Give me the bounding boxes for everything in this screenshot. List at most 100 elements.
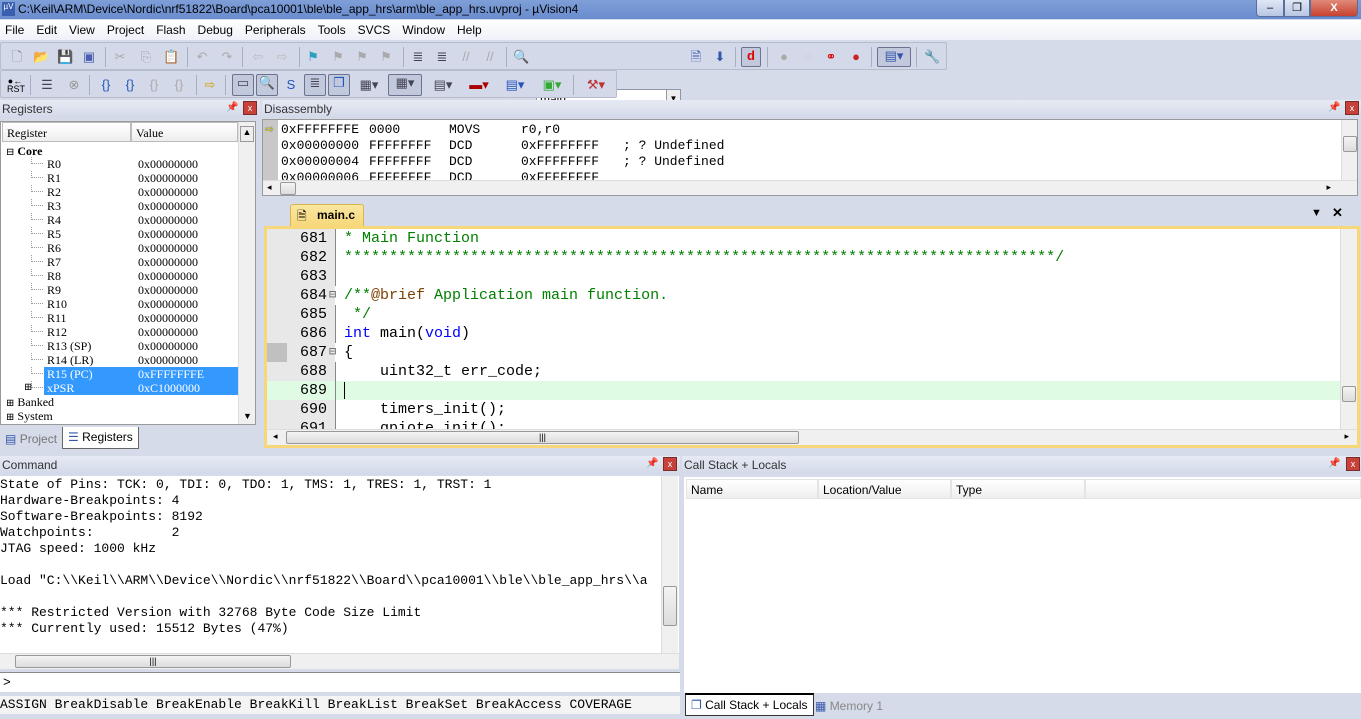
menu-flash[interactable]: Flash	[151, 20, 192, 37]
code-line[interactable]: 690 timers_init();	[267, 400, 1341, 419]
navigate-back-icon[interactable]: ⇦	[250, 49, 266, 65]
find-in-files-icon[interactable]: 🔍	[513, 49, 529, 65]
configure-icon[interactable]: 🔧	[924, 49, 940, 65]
register-row[interactable]: R8 0x00000000	[1, 269, 238, 283]
code-line[interactable]: 683	[267, 267, 1341, 286]
open-folder-icon[interactable]: 📂	[33, 49, 49, 65]
disassembly-row[interactable]: 0x00000004 FFFFFFFF DCD 0xFFFFFFFF ; ? Undef…	[263, 154, 1333, 170]
register-row[interactable]: R7 0x00000000	[1, 255, 238, 269]
disassembly-hscroll[interactable]: ◂ ▸	[263, 180, 1357, 195]
banked-group[interactable]: ⊞ Banked	[6, 395, 54, 410]
menu-edit[interactable]: Edit	[31, 20, 64, 37]
register-row[interactable]: R0 0x00000000	[1, 157, 238, 171]
close-tab-icon[interactable]: ✕	[1332, 205, 1343, 221]
bookmark-icon[interactable]: ⚑	[305, 49, 321, 65]
code-line[interactable]: 686 int main(void)	[267, 324, 1341, 343]
save-all-icon[interactable]: ▣	[81, 49, 97, 65]
code-line[interactable]: 682 *************************************…	[267, 248, 1341, 267]
call-stack-window-icon[interactable]: ❐	[328, 74, 350, 96]
code-line[interactable]: 689	[267, 381, 1341, 400]
comment-icon[interactable]: //	[458, 49, 474, 65]
command-input[interactable]: >	[0, 672, 680, 692]
pin-icon[interactable]: 📌	[226, 102, 238, 113]
save-icon[interactable]: 💾	[57, 49, 73, 65]
menu-help[interactable]: Help	[452, 20, 489, 37]
copy-icon[interactable]: ⎘	[138, 49, 154, 65]
close-icon[interactable]: x	[243, 101, 257, 115]
navigate-forward-icon[interactable]: ⇨	[274, 49, 290, 65]
register-row[interactable]: R4 0x00000000	[1, 213, 238, 227]
unindent-icon[interactable]: ≣	[434, 49, 450, 65]
enable-breakpoint-icon[interactable]: ○	[800, 49, 816, 65]
cut-icon[interactable]: ✂	[112, 49, 128, 65]
register-row[interactable]: ⊞ xPSR 0xC1000000	[1, 381, 238, 395]
fold-icon[interactable]: ⊟	[329, 286, 336, 305]
disassembly-row[interactable]: ⇨ 0xFFFFFFFE 0000 MOVS r0,r0	[263, 122, 1333, 138]
registers-window-icon[interactable]: ≣	[304, 74, 326, 96]
menu-peripherals[interactable]: Peripherals	[240, 20, 313, 37]
close-icon[interactable]: x	[1345, 101, 1359, 115]
register-row[interactable]: R6 0x00000000	[1, 241, 238, 255]
pin-icon[interactable]: 📌	[1328, 458, 1340, 469]
register-row[interactable]: R13 (SP) 0x00000000	[1, 339, 238, 353]
code-line[interactable]: 688 uint32_t err_code;	[267, 362, 1341, 381]
column-header-type[interactable]: Type	[951, 479, 1085, 499]
window-layout-icon[interactable]: ▤▾	[877, 47, 911, 67]
chevron-down-icon[interactable]: ▼	[1311, 207, 1322, 219]
code-line[interactable]: 685 */	[267, 305, 1341, 324]
tab-registers[interactable]: ☰ Registers	[62, 427, 139, 449]
register-row[interactable]: R11 0x00000000	[1, 311, 238, 325]
analysis-window-icon[interactable]: ▬▾	[465, 77, 493, 93]
expand-icon[interactable]: ⊞	[24, 381, 32, 395]
code-line[interactable]: 681 * Main Function	[267, 229, 1341, 248]
tab-project[interactable]: ▤ Project	[0, 429, 62, 449]
column-header-register[interactable]: Register	[2, 122, 131, 142]
register-row[interactable]: R15 (PC) 0xFFFFFFFE	[1, 367, 238, 381]
register-row[interactable]: R3 0x00000000	[1, 199, 238, 213]
menu-file[interactable]: File	[0, 20, 31, 37]
menu-project[interactable]: Project	[102, 20, 151, 37]
trace-window-icon[interactable]: ▤▾	[501, 77, 529, 93]
register-row[interactable]: R14 (LR) 0x00000000	[1, 353, 238, 367]
clear-bookmarks-icon[interactable]: ⚑	[378, 49, 394, 65]
find-icon[interactable]: 🗎	[688, 49, 704, 65]
watch-window-icon[interactable]: ▦▾	[355, 77, 383, 93]
register-row[interactable]: R2 0x00000000	[1, 185, 238, 199]
command-window-icon[interactable]: ▭	[232, 74, 254, 96]
close-icon[interactable]: x	[663, 457, 677, 471]
tab-callstack-locals[interactable]: ❐ Call Stack + Locals	[685, 693, 814, 716]
editor-vscroll[interactable]	[1340, 229, 1357, 429]
run-to-cursor-icon[interactable]: {}	[171, 77, 187, 93]
step-over-icon[interactable]: {}	[122, 77, 138, 93]
next-bookmark-icon[interactable]: ⚑	[354, 49, 370, 65]
command-hscroll[interactable]: |||	[0, 653, 679, 669]
menu-view[interactable]: View	[64, 20, 102, 37]
stop-icon[interactable]: ⊗	[66, 77, 82, 93]
prev-bookmark-icon[interactable]: ⚑	[330, 49, 346, 65]
redo-icon[interactable]: ↷	[219, 49, 235, 65]
menu-tools[interactable]: Tools	[313, 20, 353, 37]
expand-icon[interactable]: ⊞	[6, 412, 14, 423]
disassembly-row[interactable]: 0x00000000 FFFFFFFF DCD 0xFFFFFFFF ; ? Undef…	[263, 138, 1333, 154]
incremental-find-icon[interactable]: ⬇	[712, 49, 728, 65]
paste-icon[interactable]: 📋	[163, 49, 179, 65]
close-icon[interactable]: x	[1346, 457, 1360, 471]
kill-all-breakpoints-icon[interactable]: ●	[848, 49, 864, 65]
restore-button[interactable]: ❐	[1284, 0, 1310, 17]
command-vscroll[interactable]	[661, 476, 678, 653]
uncomment-icon[interactable]: //	[482, 49, 498, 65]
disable-all-breakpoints-icon[interactable]: ⚭	[823, 49, 839, 65]
column-header-location-value[interactable]: Location/Value	[818, 479, 951, 499]
code-line[interactable]: 684 ⊟ /**@brief Application main function.	[267, 286, 1341, 305]
menu-debug[interactable]: Debug	[193, 20, 240, 37]
step-out-icon[interactable]: {}	[146, 77, 162, 93]
register-row[interactable]: R10 0x00000000	[1, 297, 238, 311]
memory-window-icon[interactable]: ▦▾	[388, 74, 422, 96]
reset-icon[interactable]: ●← RST	[7, 77, 25, 94]
indent-icon[interactable]: ≣	[410, 49, 426, 65]
register-row[interactable]: R12 0x00000000	[1, 325, 238, 339]
minimize-button[interactable]: –	[1256, 0, 1284, 17]
column-header-name[interactable]: Name	[686, 479, 818, 499]
insert-breakpoint-icon[interactable]: ●	[776, 49, 792, 65]
step-into-icon[interactable]: {}	[98, 77, 114, 93]
